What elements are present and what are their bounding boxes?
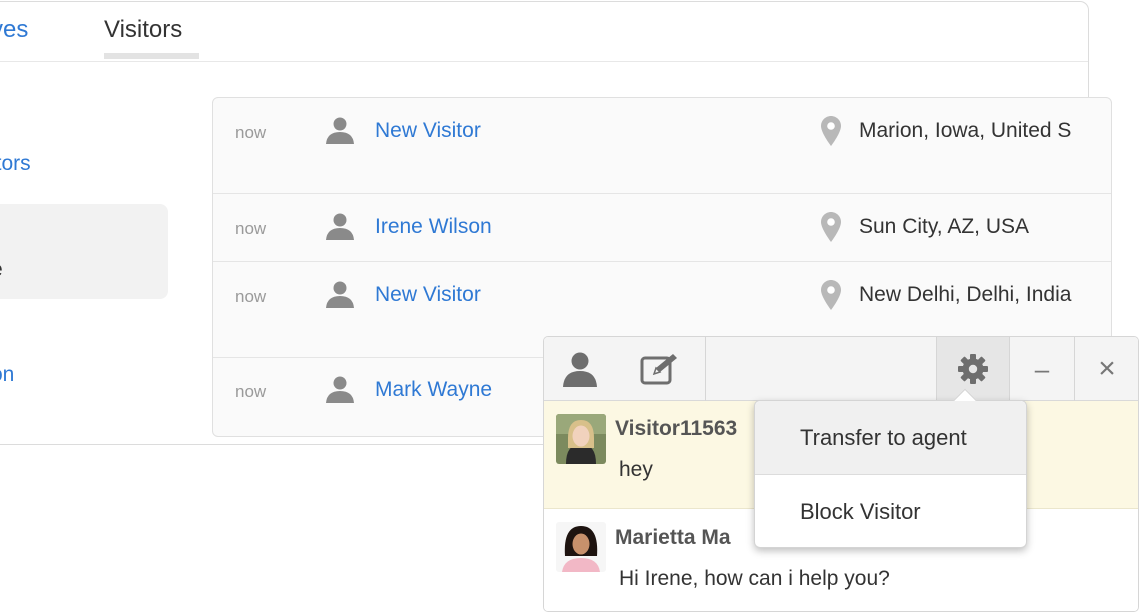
block-visitor-item[interactable]: Block Visitor: [755, 476, 1026, 548]
visitor-time: now: [235, 219, 267, 238]
visitor-time: now: [235, 123, 267, 142]
visitor-name-link[interactable]: New Visitor: [375, 283, 481, 307]
visitor-name-link[interactable]: Irene Wilson: [375, 215, 492, 239]
edit-icon: [640, 354, 677, 385]
agent-avatar: [556, 522, 606, 572]
person-icon: [326, 213, 354, 240]
message-text: Hi Irene, how can i help you?: [619, 567, 890, 590]
visitor-time: now: [235, 382, 267, 401]
person-icon: [326, 117, 354, 144]
message-sender: Marietta Ma: [615, 526, 731, 549]
toolbar-divider: [705, 337, 706, 401]
visitor-location: New Delhi, Delhi, India: [859, 283, 1072, 306]
chat-toolbar: – ×: [544, 337, 1138, 401]
settings-dropdown-menu: Transfer to agent Block Visitor: [754, 388, 1027, 548]
location-pin-icon: [821, 212, 841, 242]
visitor-row[interactable]: now New Visitor Marion, Iowa, United S: [213, 98, 1111, 194]
gear-icon: [958, 354, 988, 384]
person-icon: [326, 281, 354, 308]
close-button[interactable]: ×: [1075, 337, 1138, 401]
visitor-row[interactable]: now Irene Wilson Sun City, AZ, USA: [213, 194, 1111, 262]
tab-visitors[interactable]: Visitors: [104, 16, 182, 44]
transfer-to-agent-item[interactable]: Transfer to agent: [755, 401, 1026, 475]
top-tab-bar: ves Visitors: [0, 2, 1088, 62]
visitor-avatar: [556, 414, 606, 464]
person-icon: [326, 376, 354, 403]
sidebar-item-selected-label: e: [0, 258, 3, 282]
location-pin-icon: [821, 116, 841, 146]
visitor-name-link[interactable]: Mark Wayne: [375, 378, 492, 402]
minimize-button[interactable]: –: [1010, 337, 1074, 401]
message-sender: Visitor11563: [615, 417, 738, 440]
notes-button[interactable]: [616, 337, 704, 401]
sidebar-item-other[interactable]: on: [0, 363, 14, 387]
message-text: hey: [619, 458, 653, 481]
visitor-time: now: [235, 287, 267, 306]
visitor-location: Marion, Iowa, United S: [859, 119, 1072, 142]
settings-button[interactable]: [937, 337, 1009, 401]
sidebar-item-selected[interactable]: [0, 204, 168, 299]
visitor-name-link[interactable]: New Visitor: [375, 119, 481, 143]
tab-archives[interactable]: ves: [0, 16, 28, 44]
person-icon: [563, 352, 597, 387]
visitor-location: Sun City, AZ, USA: [859, 215, 1029, 238]
sidebar-item-visitors[interactable]: itors: [0, 152, 31, 176]
active-tab-indicator: [104, 53, 199, 59]
visitor-info-button[interactable]: [544, 337, 616, 401]
location-pin-icon: [821, 280, 841, 310]
